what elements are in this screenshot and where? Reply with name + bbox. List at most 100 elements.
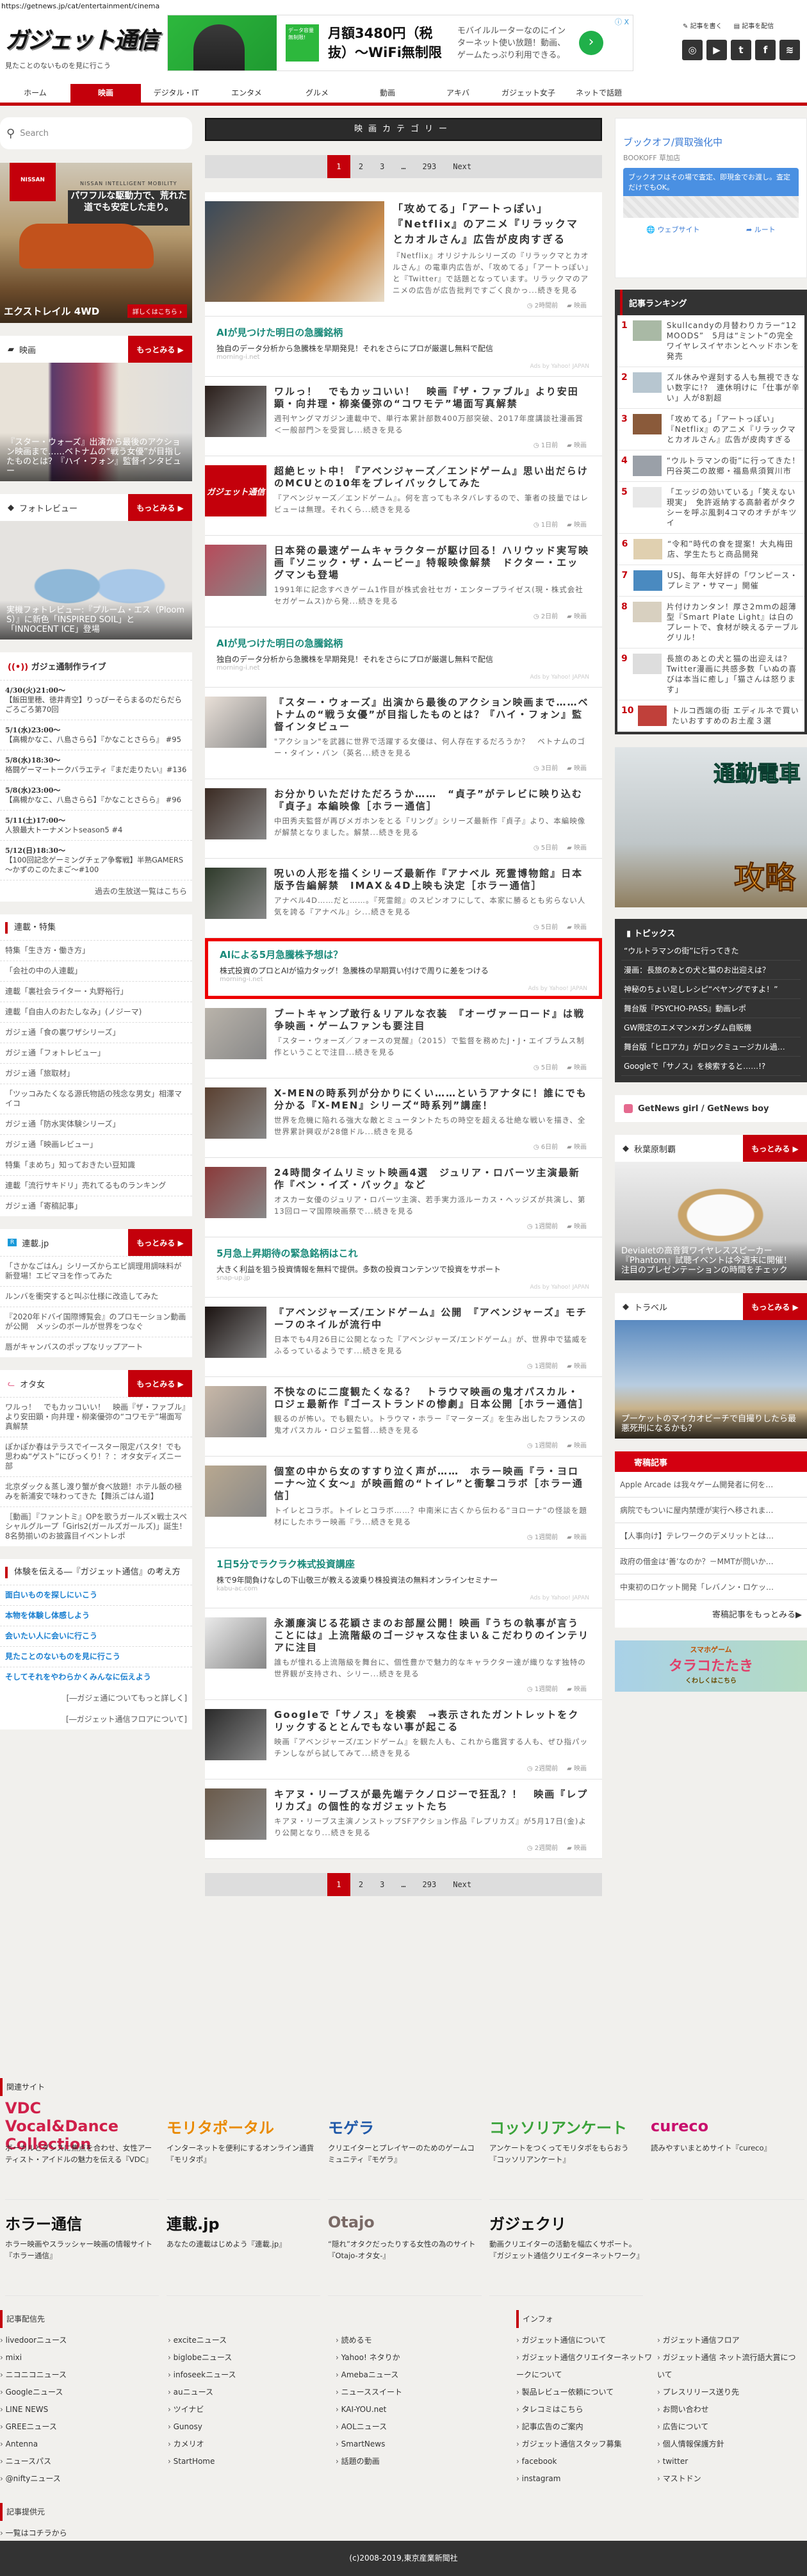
ad-cta-button[interactable]: 詳しくはこちら › [127,304,187,318]
sponsored-ad[interactable]: AIが見つけた明日の急騰銘柄 独自のデータ分析から急騰株を早期発見！それをさらにプ… [205,317,602,377]
footer-link[interactable]: exciteニュース [168,2332,336,2349]
write-article-link[interactable]: ✎ 記事を書く [683,21,722,30]
footer-link[interactable]: mixi [0,2349,168,2366]
article-title[interactable]: Googleで「サノス」を検索 →表示されたガントレットをクリックするととんでも… [274,1709,589,1733]
ranking-item[interactable]: 8 片付けカンタン！厚さ2mmの超薄型『Smart Plate Light』は白の… [617,597,804,648]
list-item[interactable]: 「さかなごはん」シリーズからエビ調理用調味料が新登場！エビマヨを作ってみた [0,1256,192,1286]
article-category[interactable]: 映画 [574,1144,587,1151]
page-link[interactable]: 1 [327,1873,350,1896]
live-item[interactable]: 5/8(水)18:30～ 格闘ゲーマートークバラエティ『まだ走りたい』#136 [0,750,192,780]
list-item[interactable]: 舞台版「ヒロアカ」がロックミュージカル過… [621,1037,801,1057]
article-category[interactable]: 映画 [574,1223,587,1230]
article-item[interactable]: キアヌ・リーブスが最先端テクノロジーで狂乱？！ 映画『レプリカズ』の個性的なガジ… [205,1779,602,1859]
ad-title[interactable]: 5月急上昇期待の緊急銘柄はこれ [216,1246,589,1260]
list-item[interactable]: 特集「生き方・働き方」 [0,940,192,961]
list-item[interactable]: 本物を体験し体感しよう [0,1605,192,1626]
related-site[interactable]: cureco 読みやすいまとめサイト『cureco』 [651,2104,804,2200]
site-logo[interactable]: コッソリアンケート [489,2110,643,2142]
footer-link[interactable]: 製品レビュー依頼について [516,2384,657,2401]
rank-title[interactable]: 「エッジの効いている」「笑えない現実」 免許返納する高齢者がタクシーを呼ぶ風刺4… [667,487,801,528]
footer-link[interactable]: お問い合わせ [657,2401,798,2418]
footer-link[interactable]: 個人情報保護方針 [657,2436,798,2453]
nav-item-4[interactable]: グルメ [282,84,352,103]
list-item[interactable]: ぽかぽか春はテラスでイースター限定パスタ！でも思わぬ“ゲスト”にびっくり！？：オ… [0,1437,192,1476]
website-button[interactable]: 🌐 ウェブサイト [646,224,699,235]
ranking-item[interactable]: 6 “令和”時代の食を提案！大丸梅田店、学生たちと商品開発 [617,534,804,565]
ad-title[interactable]: AIが見つけた明日の急騰銘柄 [216,636,589,650]
distribute-article-link[interactable]: ▤ 記事を配信 [734,21,774,30]
about-link[interactable]: [―ガジェ通についてもっと詳しく] [0,1687,192,1708]
list-item[interactable]: 舞台版『PSYCHO-PASS』動画レポ [621,999,801,1018]
rank-title[interactable]: 片付けカンタン！厚さ2mmの超薄型『Smart Plate Light』は白のプ… [667,602,801,643]
list-item[interactable]: ガジェ通「食の裏ワザシリーズ」 [0,1022,192,1043]
list-item[interactable]: 政府の借金は‘善’なのか？－MMTが問いか… [615,1549,807,1574]
footer-link[interactable]: facebook [516,2453,657,2470]
footer-link[interactable]: livedoorニュース [0,2332,168,2349]
more-button[interactable]: もっとみる ▶ [128,1370,192,1397]
list-item[interactable]: 病院でもついに屋内禁煙が実行へ移されま… [615,1498,807,1523]
list-item[interactable]: 漫画：長旅のあとの犬と猫のお出迎えは？ [621,961,801,980]
page-link[interactable]: 293 [414,1873,445,1896]
list-item[interactable]: 神秘のちょい足しレシピ“ぺヤングですよ！” [621,980,801,999]
footer-link[interactable]: Gunosy [168,2418,336,2436]
article-category[interactable]: 映画 [574,522,587,529]
list-item[interactable]: ［動画］『ファントミ』OPを歌うガールズ×戦士スペシャルグループ「Girls2(… [0,1507,192,1546]
more-button[interactable]: もっとみる ▶ [743,1293,807,1320]
page-link[interactable]: 3 [371,155,393,178]
article-thumbnail[interactable] [205,545,266,596]
nav-item-7[interactable]: ガジェット女子 [493,84,564,103]
footer-link[interactable]: instagram [516,2470,657,2488]
featured-article[interactable]: プーケットのマイカオビーチで自撮りしたら最悪死刑になるかも？ [615,1320,807,1439]
live-item[interactable]: 5/8(水)23:00～ 【高槻かなこ、八島さらら】『かなことさらら』 #96 [0,780,192,811]
footer-link[interactable]: Amebaニュース [336,2366,503,2384]
list-item[interactable]: 【人事向け】テレワークのデメリットとは… [615,1523,807,1549]
related-site[interactable]: コッソリアンケート アンケートをつくってモリタポをもらおう『コッソリアンケート』 [489,2104,643,2200]
footer-link[interactable]: ガジェット通信クリエイターネットワークについて [516,2349,657,2384]
list-item[interactable]: 連載「流行サキドリ」売れてるものランキング [0,1175,192,1196]
list-item[interactable]: ガジェ通「映画レビュー」 [0,1134,192,1155]
sponsored-ad[interactable]: 1日5分でラクラク株式投資講座 株で9年間負けなしの下山敬三が教える波乗り株投資法… [205,1548,602,1608]
list-item[interactable]: ワルっ！ でもカッコいい！ 映画『ザ・ファブル』より安田顕・向井理・柳楽優弥の“… [0,1397,192,1437]
contributed-more-link[interactable]: 寄稿記事をもっとみる▶ [615,1600,807,1628]
article-title[interactable]: 24時間タイムリミット映画4選 ジュリア・ロバーツ主演最新作『ベン・イズ・バック… [274,1167,589,1191]
footer-link[interactable]: カメリオ [168,2436,336,2453]
article-thumbnail[interactable] [205,697,266,748]
footer-link[interactable]: タレコミはこちら [516,2401,657,2418]
related-site[interactable]: ガジェクリ 動画クリエイターの活動を幅広くサポート。『ガジェット通信クリエイターネ… [489,2200,644,2296]
list-item[interactable]: 中東初のロケット開発「レバノン・ロケッ… [615,1574,807,1600]
bookoff-ad[interactable]: ブックオフ/買取強化中 BOOKOFF 草加店 ブックオフはその場で査定、即現金… [615,118,807,278]
article-item[interactable]: 呪いの人形を描くシリーズ最新作『アナベル 死霊博物館』日本版予告編解禁 IMAX… [205,859,602,938]
footer-link[interactable]: Googleニュース [0,2384,168,2401]
site-logo[interactable]: VDC Vocal&Dance Collection [5,2099,159,2153]
list-item[interactable]: GW限定のエメマン×ガンダム自販機 [621,1018,801,1037]
search-input[interactable]: ⚲ Search [0,117,192,149]
footer-link[interactable]: ツイナビ [168,2401,336,2418]
list-item[interactable]: Apple Arcade は我々ゲーム開発者に何を… [615,1472,807,1498]
footer-link[interactable]: ガジェット通信スタッフ募集 [516,2436,657,2453]
ranking-item[interactable]: 7 USJ、毎年大好評の「ワンピース・プレミア・サマー」開催 [617,565,804,597]
list-item[interactable]: 見たことのないものを見に行こう [0,1646,192,1667]
site-logo[interactable]: モリタポータル [167,2110,320,2142]
footer-link[interactable]: 広告について [657,2418,798,2436]
page-link[interactable]: 3 [371,1873,393,1896]
ad-info-close-icon[interactable]: ⓘ X [615,17,629,27]
article-title[interactable]: ワルっ！ でもカッコいい！ 映画『ザ・ファブル』より安田顕・向井理・柳楽優弥の“… [274,386,589,410]
article-item[interactable]: X-MENの時系列が分かりにくい……というアナタに！誰にでも分かる『X-MEN』… [205,1078,602,1158]
site-logo[interactable]: Otajo [328,2206,482,2238]
list-item[interactable]: ガジェ通「フォトレビュー」 [0,1043,192,1063]
ranking-item[interactable]: 2 ズル休みや遅刻する人も無視できない数字に!? 連休明けに「仕事が辛い」人が8割… [617,367,804,409]
nav-item-0[interactable]: ホーム [0,84,70,103]
next-page-link[interactable]: Next [444,155,480,178]
sponsored-ad[interactable]: 5月急上昇期待の緊急銘柄はこれ 大きく利益を狙う投資情報を無料で提供。多数の投資コ… [205,1237,602,1298]
article-thumbnail[interactable] [205,386,266,437]
list-item[interactable]: Googleで「サノス」を検索すると……!? [621,1057,801,1076]
article-title[interactable]: 『アベンジャーズ/エンドゲーム』公開 『アベンジャーズ』モチーフのネイルが流行中 [274,1307,589,1331]
footer-link[interactable]: ガジェット通信フロア [657,2332,798,2349]
footer-link[interactable]: auニュース [168,2384,336,2401]
nav-item-6[interactable]: アキバ [423,84,493,103]
ranking-item[interactable]: 1 Skullcandyの月替わりカラー“12 MOODS” 5月は“ミント”の完… [617,315,804,367]
featured-article[interactable]: Devialetの高音質ワイヤレススピーカー『Phantom』試聴イベントは今週… [615,1162,807,1280]
article-category[interactable]: 映画 [574,845,587,852]
article-item[interactable]: 『アベンジャーズ/エンドゲーム』公開 『アベンジャーズ』モチーフのネイルが流行中… [205,1298,602,1377]
article-item[interactable]: ブートキャンプ敢行＆リアルな衣装 『オーヴァーロード』は戦争映画・ゲームファンも… [205,999,602,1078]
